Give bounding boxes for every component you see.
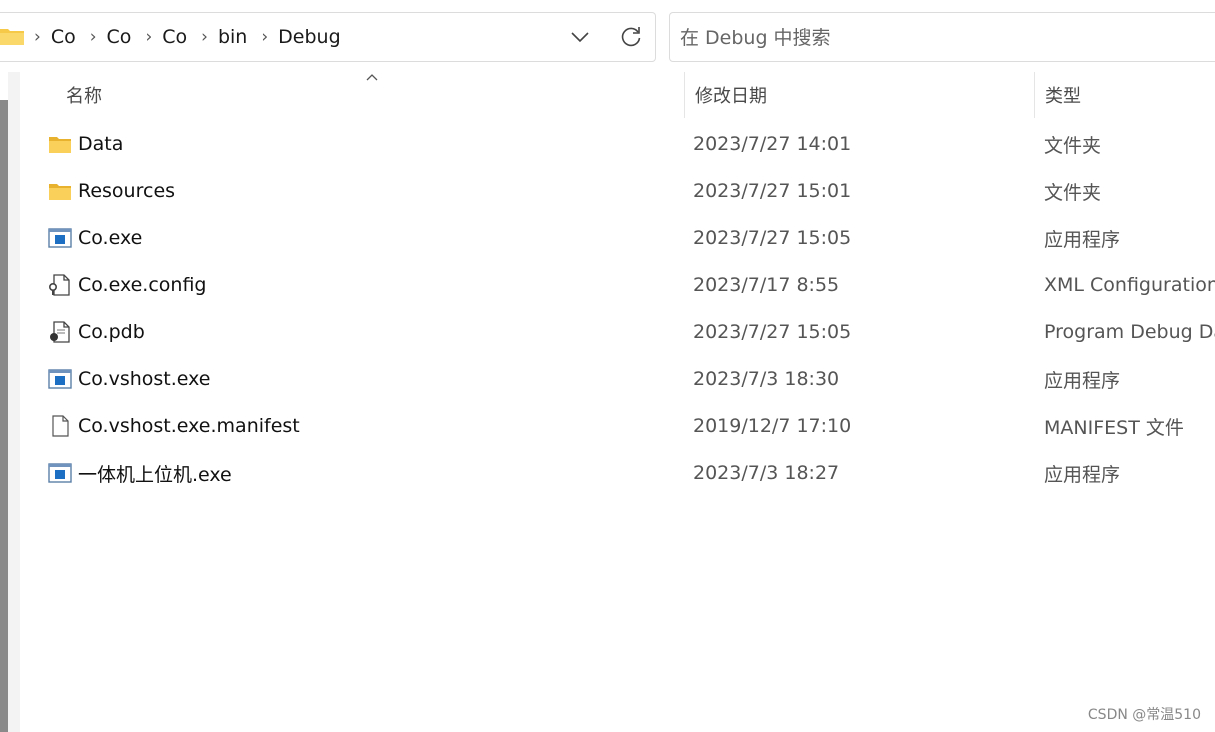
column-header-name[interactable]: 名称 <box>56 72 684 118</box>
file-type: MANIFEST 文件 <box>1044 416 1184 439</box>
file-row[interactable]: 一体机上位机.exe 2023/7/3 18:27 应用程序 <box>20 450 1215 496</box>
top-bar: › Co › Co › Co › bin › Debug <box>0 0 1215 72</box>
file-date: 2023/7/27 14:01 <box>693 133 852 155</box>
navigation-pane-edge <box>8 72 20 732</box>
blank-file-icon <box>52 415 69 437</box>
folder-icon <box>0 29 24 45</box>
file-name: Co.vshost.exe <box>78 368 211 390</box>
file-row[interactable]: Co.exe 2023/7/27 15:05 应用程序 <box>20 215 1215 261</box>
file-row[interactable]: Co.vshost.exe 2023/7/3 18:30 应用程序 <box>20 356 1215 402</box>
file-date: 2023/7/27 15:01 <box>693 180 852 202</box>
config-file-icon <box>48 274 70 296</box>
file-date: 2023/7/17 8:55 <box>693 274 840 296</box>
folder-icon <box>49 184 71 200</box>
file-row[interactable]: Data 2023/7/27 14:01 文件夹 <box>20 121 1215 167</box>
pdb-file-icon <box>50 321 70 343</box>
folder-icon <box>49 137 71 153</box>
chevron-right-icon[interactable]: › <box>145 27 152 47</box>
chevron-right-icon[interactable]: › <box>90 27 97 47</box>
file-type: 应用程序 <box>1044 463 1121 486</box>
file-date: 2019/12/7 17:10 <box>693 415 852 437</box>
exe-icon <box>48 228 72 248</box>
file-type: 应用程序 <box>1044 369 1121 392</box>
chevron-right-icon[interactable]: › <box>261 27 268 47</box>
file-type: XML Configuration File <box>1044 274 1215 296</box>
file-date: 2023/7/3 18:30 <box>693 368 840 390</box>
file-type: 应用程序 <box>1044 228 1121 251</box>
file-date: 2023/7/27 15:05 <box>693 227 852 249</box>
chevron-right-icon: › <box>34 27 41 47</box>
column-header-type[interactable]: 类型 <box>1034 72 1215 118</box>
file-name: Co.exe <box>78 227 143 249</box>
chevron-right-icon[interactable]: › <box>201 27 208 47</box>
column-header-date[interactable]: 修改日期 <box>684 72 1034 118</box>
file-row[interactable]: Resources 2023/7/27 15:01 文件夹 <box>20 168 1215 214</box>
exe-icon <box>48 463 72 483</box>
breadcrumb-item[interactable]: Co <box>51 26 76 48</box>
file-name: 一体机上位机.exe <box>78 463 232 486</box>
search-input[interactable] <box>680 25 1200 51</box>
file-name: Data <box>78 133 124 155</box>
scrollbar[interactable] <box>0 100 8 732</box>
column-header-row: 名称 修改日期 类型 <box>20 72 1215 118</box>
file-name: Co.pdb <box>78 321 145 343</box>
file-date: 2023/7/3 18:27 <box>693 462 840 484</box>
chevron-down-icon[interactable] <box>569 27 591 47</box>
file-row[interactable]: Co.pdb 2023/7/27 15:05 Program Debug Dat… <box>20 309 1215 355</box>
breadcrumb-item[interactable]: Co <box>162 26 187 48</box>
file-name: Resources <box>78 180 176 202</box>
exe-icon <box>48 369 72 389</box>
watermark: CSDN @常温510 <box>1087 707 1201 723</box>
breadcrumb-item-current[interactable]: Debug <box>278 26 340 48</box>
file-type: 文件夹 <box>1044 134 1102 157</box>
file-name: Co.vshost.exe.manifest <box>78 415 300 437</box>
file-type: 文件夹 <box>1044 181 1102 204</box>
breadcrumb-item[interactable]: bin <box>218 26 247 48</box>
file-type: Program Debug Database <box>1044 321 1215 343</box>
file-row[interactable]: Co.exe.config 2023/7/17 8:55 XML Configu… <box>20 262 1215 308</box>
file-name: Co.exe.config <box>78 274 207 296</box>
search-box[interactable] <box>669 12 1215 62</box>
refresh-icon[interactable] <box>618 24 644 50</box>
address-bar[interactable]: › Co › Co › Co › bin › Debug <box>0 12 656 62</box>
breadcrumb: › Co › Co › Co › bin › Debug <box>34 13 355 61</box>
file-date: 2023/7/27 15:05 <box>693 321 852 343</box>
breadcrumb-item[interactable]: Co <box>107 26 132 48</box>
file-row[interactable]: Co.vshost.exe.manifest 2019/12/7 17:10 M… <box>20 403 1215 449</box>
